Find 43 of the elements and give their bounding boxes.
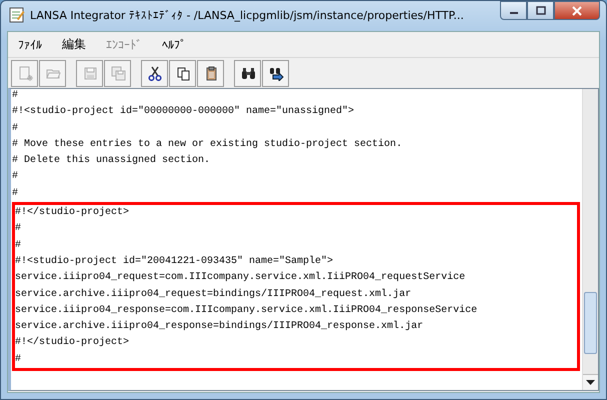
code-line: #!</studio-project>	[15, 336, 130, 350]
window-title: LANSA Integrator ﾃｷｽﾄｴﾃﾞｨﾀ - /LANSA_licpgmlib/jsm/instance/properties/HTTP...	[30, 8, 465, 22]
code-line: #!</studio-project>	[15, 206, 130, 220]
code-line: #!<studio-project id="20041221-093435" name="Sample">	[15, 254, 334, 269]
copy-icon	[174, 65, 190, 81]
scroll-down-button[interactable]	[583, 374, 598, 390]
menu-item[interactable]: ﾍﾙﾌﾟ	[162, 38, 186, 52]
maximize-button[interactable]	[527, 1, 554, 20]
code-line: # Move these entries to a new or existing studio-project section.	[12, 138, 404, 152]
cut-button[interactable]	[141, 60, 168, 86]
code-line: service.iiipro04_response=com.IIIcompany.service.xml.IiiPRO04_responseService	[15, 304, 478, 318]
close-icon	[571, 6, 583, 16]
menu-item[interactable]: 編集	[62, 36, 86, 53]
binoculars-icon	[240, 65, 256, 81]
floppy-disks-icon	[110, 65, 126, 81]
code-line: #	[12, 89, 20, 103]
down-arrow-icon	[586, 380, 595, 386]
code-line: service.iiipro04_request=com.IIIcompany.service.xml.IiiPRO04_requestService	[15, 270, 466, 286]
code-line: #!<studio-project id="00000000-000000" name="unassigned">	[12, 104, 356, 120]
text-editor[interactable]	[8, 88, 599, 391]
replace-button[interactable]	[262, 60, 289, 86]
maximize-icon	[534, 6, 546, 16]
code-line: #	[15, 352, 22, 367]
copy-button[interactable]	[169, 60, 196, 86]
new-file-icon	[16, 65, 32, 81]
menu-item[interactable]: ﾌｧｲﾙ	[18, 38, 42, 52]
code-line: service.archive.iiipro04_response=bindings/IIIPRO04_response.xml.jar	[15, 320, 424, 334]
vertical-scrollbar[interactable]	[582, 89, 598, 390]
code-line: # Delete this unassigned section.	[12, 154, 212, 168]
scrollbar-thumb[interactable]	[584, 292, 597, 354]
code-line: #	[12, 186, 20, 201]
find-button[interactable]	[234, 60, 261, 86]
close-button[interactable]	[554, 1, 600, 20]
minimize-button[interactable]	[500, 1, 527, 20]
scissors-icon	[146, 65, 162, 81]
code-line: service.archive.iiipro04_request=bindings/IIIPRO04_request.xml.jar	[15, 288, 412, 302]
document-pencil-icon	[9, 7, 25, 23]
code-line: #	[15, 222, 22, 236]
code-line: #	[15, 238, 22, 253]
paste-button[interactable]	[197, 60, 224, 86]
binoculars-arrow-icon	[268, 65, 284, 81]
code-line: #	[12, 122, 20, 136]
code-line: #	[12, 170, 20, 184]
